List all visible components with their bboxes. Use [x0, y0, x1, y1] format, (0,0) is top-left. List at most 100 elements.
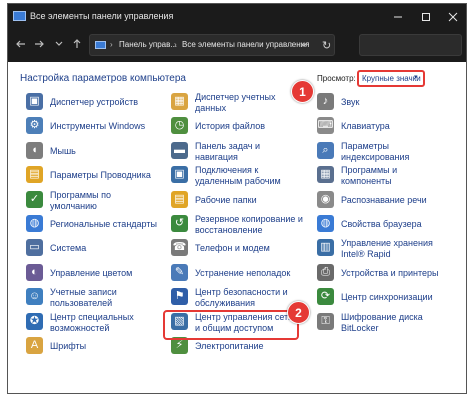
item-label: Телефон и модем [195, 243, 270, 254]
control-panel-item[interactable]: ◖ Мышь [26, 139, 162, 165]
fonts-icon-glyph: A [30, 339, 39, 351]
intel-rst-icon-glyph: ▥ [320, 241, 331, 254]
item-label: Панель задач и навигация [195, 141, 260, 163]
arrow-up-icon [73, 39, 81, 48]
control-panel-item[interactable]: ◐ Управление цветом [26, 261, 162, 287]
user-accounts-icon-glyph: ☺ [28, 290, 41, 303]
control-panel-window: Все элементы панели управления › Панель … [7, 3, 467, 394]
navigation-bar: › Панель управ... › Все элементы панели … [8, 29, 466, 62]
item-label-line: Звук [341, 97, 360, 107]
item-label: Шрифты [50, 341, 86, 352]
control-panel-item[interactable]: ▥ Управление хранения Intel® Rapid [317, 236, 457, 262]
control-panel-item[interactable]: ▭ Система [26, 236, 162, 262]
remote-desktop-icon: ▣ [171, 166, 188, 184]
breadcrumb-control-panel[interactable]: Панель управ... [119, 40, 177, 49]
view-by-label: Просмотр: [317, 74, 356, 83]
control-panel-item[interactable]: ▤ Параметры Проводника [26, 163, 162, 189]
control-panel-item[interactable]: ⌕ Параметры индексирования [317, 139, 457, 165]
item-label-line: Клавиатура [341, 121, 390, 132]
region-icon: ◍ [26, 215, 43, 232]
address-bar[interactable]: › Панель управ... › Все элементы панели … [89, 34, 335, 56]
forward-button[interactable] [32, 38, 46, 52]
control-panel-item[interactable]: ⚿ Шифрование диска BitLocker [317, 310, 457, 336]
control-panel-icon [95, 41, 106, 49]
back-button[interactable] [14, 38, 28, 52]
backup-restore-icon: ↺ [171, 215, 188, 232]
item-label: Электропитание [195, 341, 264, 352]
control-panel-item[interactable]: ↺ Резервное копирование и восстановление [171, 212, 307, 238]
item-label-line: данных [195, 103, 227, 113]
work-folders-icon: ▤ [171, 190, 188, 208]
control-panel-item[interactable]: ◷ История файлов [171, 114, 307, 140]
control-panel-item[interactable]: ▬ Панель задач и навигация [171, 139, 307, 165]
control-panel-item[interactable]: ✪ Центр специальных возможностей [26, 310, 162, 336]
item-label-line: Центр специальных [50, 311, 134, 322]
minimize-icon [393, 16, 402, 18]
control-panel-item[interactable]: A Шрифты [26, 334, 162, 360]
item-label: Распознавание речи [341, 195, 427, 206]
search-input[interactable] [359, 34, 462, 56]
control-panel-item[interactable]: ♪ Звук [317, 90, 457, 116]
item-label-line: Резервное копирование и [195, 214, 303, 224]
item-label-line: Региональные стандарты [50, 219, 157, 229]
mouse-icon-glyph: ◖ [31, 143, 38, 156]
close-button[interactable] [439, 4, 466, 29]
devices-printers-icon-glyph: ⎙ [321, 265, 330, 278]
programs-features-icon-glyph: ▦ [320, 168, 331, 181]
phone-modem-icon: ☎ [171, 239, 188, 257]
color-management-icon: ◐ [26, 263, 43, 281]
item-label: Управление хранения Intel® Rapid [341, 238, 433, 260]
default-programs-icon-glyph: ✓ [29, 192, 40, 205]
item-label: Подключения к удаленным рабочим [195, 165, 281, 187]
step-badge-2: 2 [287, 301, 310, 324]
item-label-line: пользователей [50, 298, 113, 309]
item-label-line: Устранение неполадок [195, 267, 291, 278]
internet-options-icon-glyph: ◍ [320, 217, 331, 229]
user-accounts-icon: ☺ [26, 288, 43, 306]
item-label: Клавиатура [341, 121, 390, 132]
item-label-line: Программы и [341, 165, 398, 176]
control-panel-item[interactable]: ▦ Программы и компоненты [317, 163, 457, 189]
view-by-dropdown[interactable]: Крупные значки ▾ [357, 70, 425, 87]
control-panel-item[interactable]: ▣ Диспетчер устройств [26, 90, 162, 116]
credential-manager-icon: ▦ [171, 93, 188, 110]
control-panel-item[interactable]: ▦ Диспетчер учетных данных [171, 90, 307, 116]
item-label-line: навигация [195, 151, 238, 162]
item-label: Резервное копирование и восстановление [195, 214, 303, 236]
control-panel-item[interactable]: ⟳ Центр синхронизации [317, 285, 457, 311]
item-label: История файлов [195, 121, 265, 132]
control-panel-item[interactable]: ▣ Подключения к удаленным рабочим [171, 163, 307, 189]
minimize-button[interactable] [384, 4, 411, 29]
control-panel-item[interactable]: ▤ Рабочие папки [171, 188, 307, 214]
control-panel-item[interactable]: ⚙ Инструменты Windows [26, 114, 162, 140]
control-panel-item[interactable]: ☺ Учетные записи пользователей [26, 285, 162, 311]
control-panel-item[interactable]: ⎙ Устройства и принтеры [317, 261, 457, 287]
item-label-line: Распознавание речи [341, 194, 427, 205]
control-panel-item[interactable]: ◉ Распознавание речи [317, 188, 457, 214]
troubleshooting-icon: ✎ [171, 263, 188, 281]
up-button[interactable] [70, 38, 84, 52]
refresh-button[interactable]: ↻ [322, 39, 331, 52]
recent-locations-button[interactable] [52, 38, 66, 52]
control-panel-item[interactable]: ◍ Региональные стандарты [26, 212, 162, 238]
control-panel-item[interactable]: ⌨ Клавиатура [317, 114, 457, 140]
folder-options-icon: ▤ [26, 166, 43, 184]
item-label-line: Центр синхронизации [341, 292, 433, 303]
maximize-button[interactable] [412, 4, 439, 29]
control-panel-item[interactable]: ✎ Устранение неполадок [171, 261, 307, 287]
item-label: Устройства и принтеры [341, 268, 439, 279]
control-panel-item[interactable]: ◍ Свойства браузера [317, 212, 457, 238]
control-panel-item[interactable]: ⚑ Центр безопасности и обслуживания [171, 285, 307, 311]
address-dropdown-button[interactable] [299, 38, 309, 52]
control-panel-item[interactable]: ✓ Программы по умолчанию [26, 188, 162, 214]
keyboard-icon-glyph: ⌨ [317, 119, 334, 132]
item-label-line: умолчанию [50, 200, 97, 211]
control-panel-item[interactable]: ☎ Телефон и модем [171, 236, 307, 262]
item-label-line: Подключения к [195, 165, 259, 176]
microphone-icon-glyph: ◉ [320, 192, 331, 205]
device-manager-icon: ▣ [26, 93, 43, 110]
item-label: Региональные стандарты [50, 219, 157, 230]
item-label: Устранение неполадок [195, 268, 290, 279]
speaker-icon-glyph: ♪ [322, 95, 329, 107]
view-by-value: Крупные значки [362, 74, 421, 83]
